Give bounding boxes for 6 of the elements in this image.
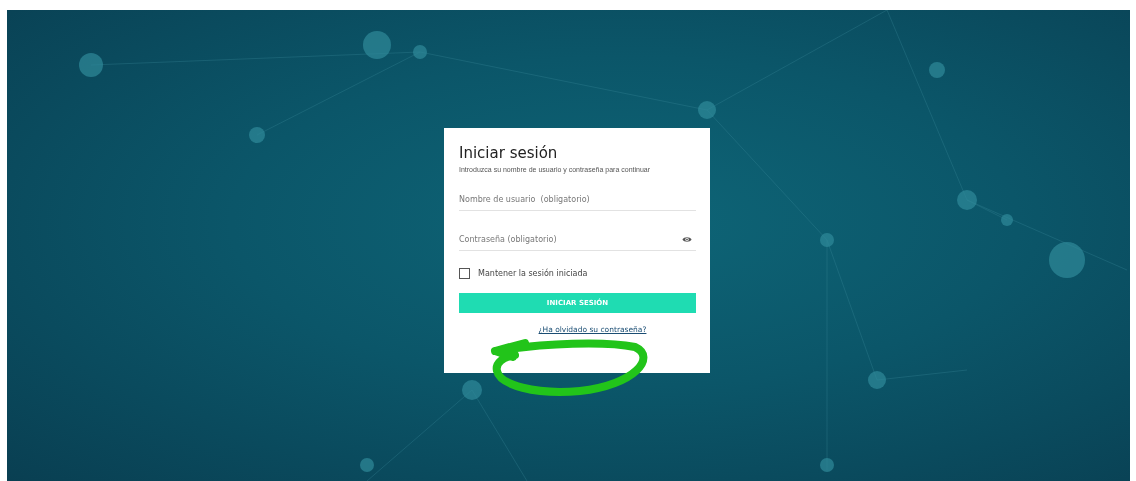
remember-checkbox[interactable] [459,268,470,279]
login-title: Iniciar sesión [459,144,559,162]
eye-icon[interactable] [682,235,692,243]
password-field[interactable]: Contraseña (obligatorio) [459,234,682,244]
username-field[interactable]: Nombre de usuario (obligatorio) [459,194,696,204]
remember-label[interactable]: Mantener la sesión iniciada [478,269,588,278]
